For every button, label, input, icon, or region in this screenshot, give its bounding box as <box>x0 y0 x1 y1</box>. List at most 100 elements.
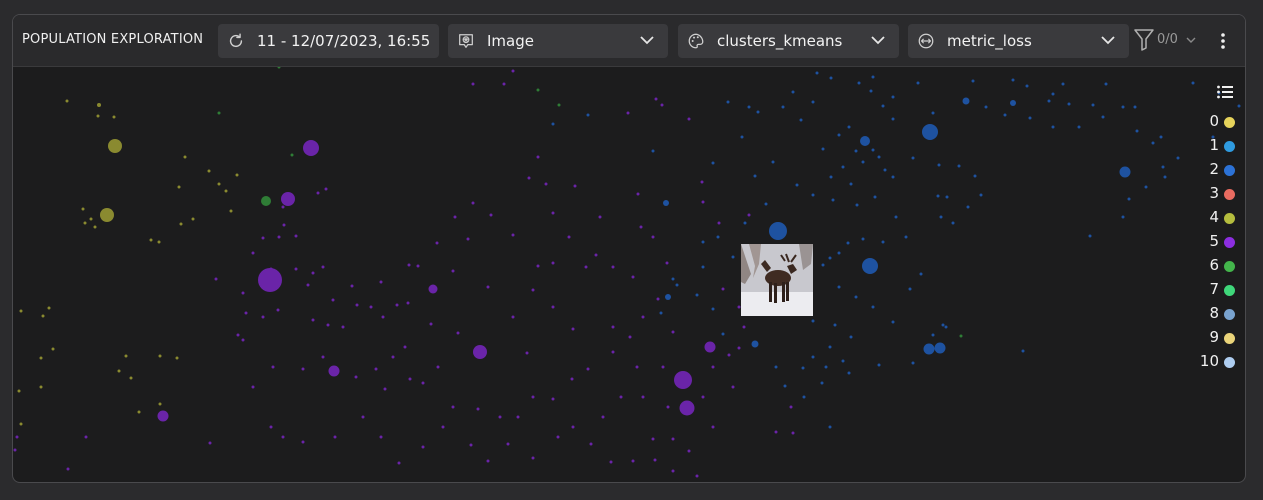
legend-item-1[interactable]: 1 <box>1195 136 1235 156</box>
scatter-point-cluster-5[interactable] <box>361 415 365 419</box>
scatter-point-cluster-5[interactable] <box>306 283 310 287</box>
scatter-point-cluster-5[interactable] <box>711 425 715 429</box>
legend-item-9[interactable]: 9 <box>1195 328 1235 348</box>
scatter-point-cluster-5[interactable] <box>369 305 373 309</box>
scatter-point-cluster-2[interactable] <box>811 355 815 359</box>
scatter-point-cluster-4[interactable] <box>41 314 45 318</box>
scatter-point-cluster-2[interactable] <box>841 165 845 169</box>
scatter-point-cluster-4[interactable] <box>229 209 233 213</box>
scatter-point-cluster-5[interactable] <box>294 234 298 238</box>
scatter-point-cluster-5[interactable] <box>731 385 735 389</box>
scatter-point-cluster-5[interactable] <box>282 223 286 227</box>
scatter-point-cluster-4[interactable] <box>39 385 43 389</box>
scatter-point-cluster-5[interactable] <box>721 287 725 291</box>
scatter-point-cluster-2[interactable] <box>1067 102 1071 106</box>
scatter-point-cluster-2[interactable] <box>586 113 590 117</box>
scatter-point-cluster-5[interactable] <box>671 330 675 334</box>
scatter-point-cluster-2[interactable] <box>911 156 915 160</box>
scatter-point-cluster-2[interactable] <box>945 195 949 199</box>
scatter-point-cluster-5[interactable] <box>589 442 593 446</box>
scatter-point-cluster-5[interactable] <box>727 353 731 357</box>
scatter-point-cluster-5[interactable] <box>471 201 475 205</box>
scatter-point-cluster-5[interactable] <box>671 469 675 473</box>
scatter-point-cluster-2[interactable] <box>1061 82 1065 86</box>
scatter-point-cluster-2[interactable] <box>781 105 785 109</box>
scatter-point-cluster-2[interactable] <box>829 76 833 80</box>
scatter-point-cluster-5[interactable] <box>294 267 298 271</box>
scatter-point-cluster-5[interactable] <box>451 405 455 409</box>
filter-icon[interactable] <box>1133 27 1155 53</box>
scatter-point-cluster-5[interactable] <box>611 325 615 329</box>
scatter-point-cluster-5[interactable] <box>551 261 555 265</box>
scatter-point-cluster-4[interactable] <box>124 354 128 358</box>
scatter-point-cluster-5[interactable] <box>379 280 383 284</box>
scatter-point-cluster-6[interactable] <box>536 88 540 92</box>
scatter-point-cluster-5[interactable] <box>301 440 305 444</box>
scatter-point-cluster-5[interactable] <box>511 315 515 319</box>
scatter-point-cluster-4[interactable] <box>100 208 114 222</box>
scatter-point-cluster-5[interactable] <box>687 449 691 453</box>
scatter-point-cluster-4[interactable] <box>158 402 162 406</box>
scatter-point-cluster-2[interactable] <box>891 95 895 99</box>
list-icon[interactable] <box>1217 85 1233 99</box>
scatter-point-cluster-2[interactable] <box>871 75 875 79</box>
scatter-point-cluster-5[interactable] <box>13 448 17 452</box>
scatter-point-cluster-2[interactable] <box>783 384 787 388</box>
scatter-point-cluster-5[interactable] <box>383 387 387 391</box>
scatter-point-cluster-2[interactable] <box>815 71 819 75</box>
scatter-point-cluster-2[interactable] <box>828 256 832 260</box>
scatter-point-cluster-5[interactable] <box>651 235 655 239</box>
scatter-point-cluster-5[interactable] <box>258 268 282 292</box>
scatter-point-cluster-2[interactable] <box>846 241 850 245</box>
scatter-point-cluster-2[interactable] <box>1191 81 1195 85</box>
scatter-point-cluster-2[interactable] <box>911 361 915 365</box>
scatter-point-cluster-5[interactable] <box>536 155 540 159</box>
scatter-point-cluster-2[interactable] <box>811 193 815 197</box>
scatter-point-cluster-5[interactable] <box>451 269 455 273</box>
scatter-point-cluster-5[interactable] <box>271 365 275 369</box>
scatter-point-cluster-2[interactable] <box>904 235 908 239</box>
scatter-point-cluster-2[interactable] <box>1159 135 1163 139</box>
scatter-point-cluster-5[interactable] <box>660 103 664 107</box>
scatter-point-cluster-2[interactable] <box>941 323 945 327</box>
scatter-point-cluster-5[interactable] <box>601 415 605 419</box>
scatter-point-cluster-2[interactable] <box>802 395 806 399</box>
scatter-point-cluster-6[interactable] <box>290 153 294 157</box>
scatter-point-cluster-2[interactable] <box>973 174 977 178</box>
scatter-point-cluster-2[interactable] <box>824 365 828 369</box>
scatter-point-cluster-2[interactable] <box>857 81 861 85</box>
view-select[interactable]: Image <box>448 24 668 58</box>
scatter-point-cluster-5[interactable] <box>473 345 487 359</box>
scatter-point-cluster-2[interactable] <box>1161 165 1165 169</box>
scatter-point-cluster-2[interactable] <box>1163 175 1167 179</box>
scatter-point-cluster-5[interactable] <box>586 367 590 371</box>
scatter-point-cluster-2[interactable] <box>695 293 699 297</box>
scatter-point-cluster-2[interactable] <box>1151 141 1155 145</box>
scatter-point-cluster-2[interactable] <box>1121 215 1125 219</box>
scatter-point-cluster-5[interactable] <box>281 192 295 206</box>
scatter-point-cluster-5[interactable] <box>584 265 588 269</box>
scatter-point-cluster-5[interactable] <box>244 311 248 315</box>
scatter-point-cluster-4[interactable] <box>108 139 122 153</box>
scatter-point-cluster-2[interactable] <box>1144 185 1148 189</box>
scatter-point-cluster-2[interactable] <box>747 105 751 109</box>
scatter-point-cluster-5[interactable] <box>324 187 328 191</box>
scatter-point-cluster-5[interactable] <box>416 264 420 268</box>
scatter-point-cluster-2[interactable] <box>861 237 865 241</box>
scatter-point-cluster-2[interactable] <box>811 100 815 104</box>
scatter-point-cluster-2[interactable] <box>821 147 825 151</box>
scatter-point-cluster-5[interactable] <box>609 460 613 464</box>
scatter-point-cluster-2[interactable] <box>894 215 898 219</box>
scatter-point-cluster-5[interactable] <box>395 303 399 307</box>
scatter-point-cluster-2[interactable] <box>756 110 760 114</box>
scatter-point-cluster-2[interactable] <box>1025 84 1029 88</box>
scatter-point-cluster-4[interactable] <box>177 185 181 189</box>
scatter-point-cluster-2[interactable] <box>971 79 975 83</box>
scatter-point-cluster-2[interactable] <box>849 182 853 186</box>
scatter-point-cluster-4[interactable] <box>217 182 221 186</box>
scatter-point-cluster-5[interactable] <box>571 327 575 331</box>
scatter-point-cluster-4[interactable] <box>191 217 195 221</box>
scatter-point-cluster-5[interactable] <box>704 341 716 353</box>
scatter-point-cluster-2[interactable] <box>939 215 943 219</box>
scatter-point-cluster-4[interactable] <box>17 389 21 393</box>
